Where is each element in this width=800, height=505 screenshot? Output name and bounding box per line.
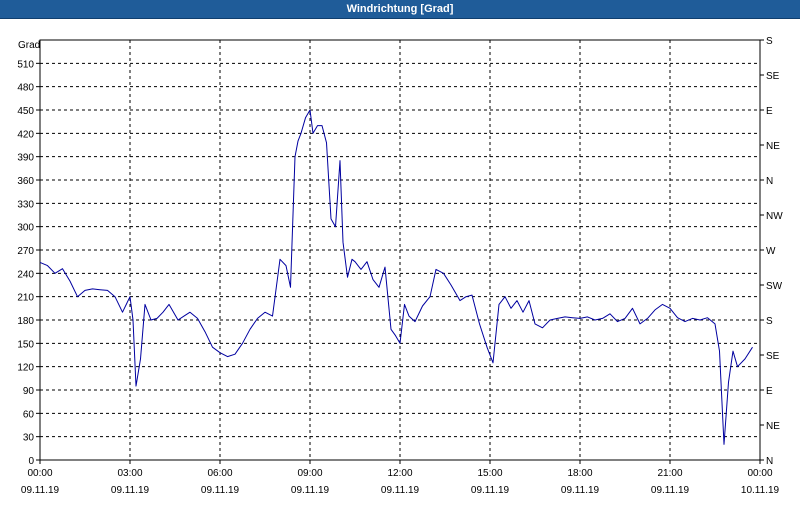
- y-tick-label: 240: [17, 269, 34, 280]
- x-tick-time: 00:00: [747, 468, 772, 479]
- right-tick-label: NE: [766, 141, 780, 152]
- x-tick-date: 09.11.19: [381, 485, 420, 496]
- y-tick-label: 0: [28, 456, 34, 467]
- y-axis-label: Grad: [18, 40, 40, 51]
- y-tick-label: 120: [17, 363, 34, 374]
- x-tick-date: 09.11.19: [651, 485, 690, 496]
- x-tick-time: 06:00: [207, 468, 232, 479]
- x-tick-date: 09.11.19: [561, 485, 600, 496]
- x-tick-date: 09.11.19: [201, 485, 240, 496]
- right-tick-label: W: [766, 246, 776, 257]
- right-tick-label: NW: [766, 211, 783, 222]
- x-tick-time: 21:00: [657, 468, 682, 479]
- chart-window: Windrichtung [Grad] Grad 0 30 60 90 120 150 18…: [0, 0, 800, 500]
- x-tick-time: 09:00: [297, 468, 322, 479]
- y-tick-label: 210: [17, 293, 34, 304]
- y-tick-label: 360: [17, 176, 34, 187]
- right-tick-label: E: [766, 106, 773, 117]
- x-tick-date: 09.11.19: [21, 485, 60, 496]
- right-tick-label: SW: [766, 281, 783, 292]
- right-tick-label: S: [766, 316, 773, 327]
- x-tick-date: 09.11.19: [111, 485, 150, 496]
- right-tick-label: N: [766, 456, 773, 467]
- right-tick-label: N: [766, 176, 773, 187]
- window-title: Windrichtung [Grad]: [0, 0, 800, 19]
- y-tick-label: 420: [17, 129, 34, 140]
- x-tick-time: 18:00: [567, 468, 592, 479]
- y-tick-label: 270: [17, 246, 34, 257]
- x-tick-time: 03:00: [117, 468, 142, 479]
- x-tick-date: 09.11.19: [471, 485, 510, 496]
- y-tick-label: 180: [17, 316, 34, 327]
- right-tick-label: SE: [766, 71, 780, 82]
- x-tick-time: 00:00: [27, 468, 52, 479]
- y-tick-label: 90: [23, 386, 35, 397]
- chart-area: Grad 0 30 60 90 120 150 180 210 240 270 300 330 360 3…: [0, 20, 800, 500]
- y-tick-label: 510: [17, 59, 34, 70]
- x-tick-date: 10.11.19: [741, 485, 780, 496]
- y-tick-label: 30: [23, 433, 35, 444]
- right-tick-label: NE: [766, 421, 780, 432]
- x-tick-time: 15:00: [477, 468, 502, 479]
- y-tick-label: 300: [17, 223, 34, 234]
- x-tick-date: 09.11.19: [291, 485, 330, 496]
- y-tick-label: 480: [17, 83, 34, 94]
- right-tick-label: E: [766, 386, 773, 397]
- y-tick-label: 390: [17, 153, 34, 164]
- y-tick-label: 60: [23, 409, 35, 420]
- x-tick-time: 12:00: [387, 468, 412, 479]
- y-tick-label: 150: [17, 339, 34, 350]
- y-tick-label: 330: [17, 199, 34, 210]
- right-tick-label: S: [766, 36, 773, 47]
- wind-direction-chart: Grad 0 30 60 90 120 150 180 210 240 270 300 330 360 3…: [17, 36, 783, 496]
- y-tick-label: 450: [17, 106, 34, 117]
- right-tick-label: SE: [766, 351, 780, 362]
